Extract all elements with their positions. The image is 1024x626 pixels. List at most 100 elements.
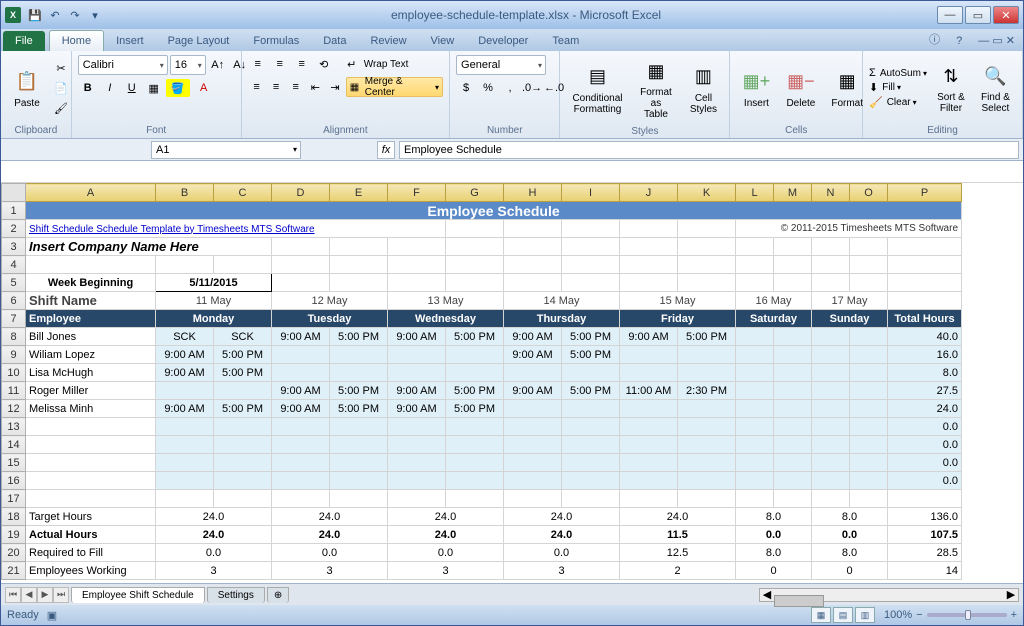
column-header[interactable]: E [330,184,388,202]
shift-end[interactable] [850,472,888,490]
zoom-in-icon[interactable]: + [1011,609,1017,621]
shift-start[interactable] [736,418,774,436]
row-header[interactable]: 14 [2,436,26,454]
employee-name[interactable]: Roger Miller [26,382,156,400]
shift-start[interactable] [736,472,774,490]
sheet-tab-settings[interactable]: Settings [207,587,265,603]
horizontal-scrollbar[interactable]: ◀ ▶ [759,588,1019,602]
zoom-level[interactable]: 100% [884,609,912,621]
shift-end[interactable] [850,328,888,346]
tab-file[interactable]: File [3,31,45,51]
shift-end[interactable] [330,364,388,382]
minimize-button[interactable]: — [937,6,963,24]
sort-filter-button[interactable]: ⇅ Sort & Filter [931,60,971,116]
tab-home[interactable]: Home [49,30,104,51]
shift-start[interactable]: 9:00 AM [272,328,330,346]
column-header[interactable]: K [678,184,736,202]
copy-icon[interactable]: 📄 [51,79,71,97]
shift-end[interactable] [850,436,888,454]
shift-start[interactable]: 9:00 AM [504,328,562,346]
shift-start[interactable] [812,436,850,454]
shift-end[interactable]: SCK [214,328,272,346]
shift-start[interactable] [504,436,562,454]
format-painter-icon[interactable]: 🖌 [51,99,71,117]
employee-name[interactable]: Wiliam Lopez [26,346,156,364]
shift-end[interactable] [850,382,888,400]
shift-start[interactable]: 9:00 AM [504,346,562,364]
column-header[interactable]: H [504,184,562,202]
normal-view-icon[interactable]: ▦ [811,607,831,623]
clear-button[interactable]: 🧹Clear▾ [869,96,927,109]
sheet-next-icon[interactable]: ▶ [37,587,53,603]
spreadsheet-grid[interactable]: ABCDEFGHIJKLMNOP1Employee Schedule2Shift… [1,183,1023,583]
italic-button[interactable]: I [100,79,120,97]
shift-end[interactable] [774,436,812,454]
shift-end[interactable] [214,418,272,436]
shift-start[interactable] [504,454,562,472]
shift-start[interactable]: 9:00 AM [388,400,446,418]
shift-start[interactable] [736,364,774,382]
cell-styles-button[interactable]: ▥ Cell Styles [683,61,723,117]
wrap-text-button[interactable]: Wrap Text [364,59,409,70]
shift-start[interactable] [812,382,850,400]
row-header[interactable]: 9 [2,346,26,364]
shift-end[interactable] [678,454,736,472]
shift-start[interactable] [812,364,850,382]
employee-name[interactable] [26,472,156,490]
shift-end[interactable] [678,346,736,364]
shift-end[interactable]: 5:00 PM [214,364,272,382]
tab-view[interactable]: View [419,31,467,51]
shift-start[interactable] [620,346,678,364]
shift-start[interactable] [156,436,214,454]
fx-icon[interactable]: fx [377,141,395,159]
shift-start[interactable] [272,364,330,382]
column-header[interactable]: C [214,184,272,202]
paste-button[interactable]: 📋 Paste [7,66,47,111]
delete-cells-button[interactable]: ▦− Delete [780,66,821,111]
shift-end[interactable] [214,472,272,490]
row-header[interactable]: 10 [2,364,26,382]
border-icon[interactable]: ▦ [144,79,164,97]
shift-end[interactable] [678,472,736,490]
close-button[interactable]: ✕ [993,6,1019,24]
column-header[interactable]: L [736,184,774,202]
help-icon[interactable]: ? [948,31,970,51]
shift-start[interactable]: 9:00 AM [272,382,330,400]
shift-start[interactable] [388,454,446,472]
page-break-view-icon[interactable]: ▥ [855,607,875,623]
row-header[interactable]: 8 [2,328,26,346]
shift-end[interactable] [446,436,504,454]
shift-start[interactable]: 9:00 AM [156,400,214,418]
orientation-icon[interactable]: ⟲ [314,55,334,73]
column-header[interactable]: G [446,184,504,202]
sheet-title[interactable]: Employee Schedule [26,202,962,220]
select-all-corner[interactable] [2,184,26,202]
comma-icon[interactable]: , [500,79,520,97]
qat-customize-icon[interactable]: ▾ [87,7,103,23]
shift-end[interactable]: 5:00 PM [330,382,388,400]
name-box[interactable]: A1 [151,141,301,159]
align-center-icon[interactable]: ≡ [267,78,285,96]
row-header[interactable]: 7 [2,310,26,328]
shift-start[interactable] [272,472,330,490]
tab-team[interactable]: Team [540,31,591,51]
shift-start[interactable] [388,472,446,490]
zoom-out-icon[interactable]: − [916,609,922,621]
shift-start[interactable]: 9:00 AM [156,346,214,364]
shift-end[interactable] [330,454,388,472]
shift-end[interactable] [850,418,888,436]
shift-end[interactable] [562,400,620,418]
sheet-tab-active[interactable]: Employee Shift Schedule [71,587,205,603]
column-header[interactable]: F [388,184,446,202]
shift-end[interactable] [774,472,812,490]
sheet-prev-icon[interactable]: ◀ [21,587,37,603]
column-header[interactable]: M [774,184,812,202]
shift-start[interactable] [504,472,562,490]
font-name-dropdown[interactable]: Calibri [78,55,168,75]
font-size-dropdown[interactable]: 16 [170,55,206,75]
maximize-button[interactable]: ▭ [965,6,991,24]
shift-end[interactable] [678,400,736,418]
new-sheet-icon[interactable]: ⊕ [267,587,289,603]
format-as-table-button[interactable]: ▦ Format as Table [632,55,679,122]
row-header[interactable]: 19 [2,526,26,544]
